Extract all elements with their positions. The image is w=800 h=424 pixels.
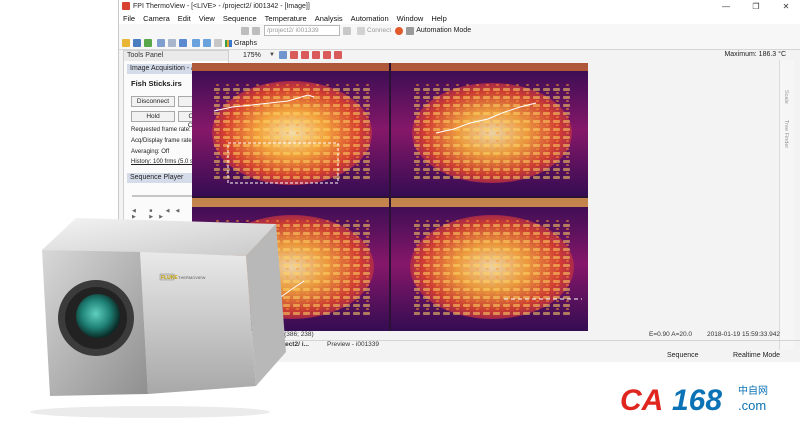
delete-icon[interactable] [214, 39, 222, 47]
title-bar: FPI ThermoView - [<LIVE> - /project2/ i0… [119, 0, 800, 12]
ellipse-tool-icon[interactable] [311, 51, 320, 59]
menu-automation[interactable]: Automation [347, 14, 393, 23]
timestamp: 2018-01-19 15:59:33.942 [707, 331, 781, 338]
graphs-icon [225, 39, 232, 47]
logo-ca: CA [620, 384, 663, 417]
menu-bar: File Camera Edit View Sequence Temperatu… [119, 12, 800, 24]
automation-mode-button[interactable]: Automation Mode [416, 27, 471, 34]
mode-status: Realtime Mode [733, 352, 781, 359]
averaging: Averaging: Off [131, 149, 170, 155]
sequence-combo[interactable]: /project2/ i001339 [264, 25, 340, 36]
zoom-select[interactable]: 175% [243, 52, 269, 59]
menu-analysis[interactable]: Analysis [311, 14, 347, 23]
maximize-button[interactable]: ❐ [741, 0, 771, 12]
status-row: °C - (386; 238) E=0.90 A=20.0 2018-01-19… [271, 331, 800, 340]
document-tabs: /project2/ i... Preview - i001339 [271, 340, 800, 350]
main-toolbar: /project2/ i001339 Connect Automation Mo… [119, 24, 800, 37]
tools-panel-title: Tools Panel [124, 51, 228, 61]
menu-sequence[interactable]: Sequence [219, 14, 261, 23]
sequence-status: Sequence [667, 352, 699, 359]
menu-view[interactable]: View [195, 14, 219, 23]
graphs-button[interactable]: Graphs [225, 39, 257, 47]
dropdown-arrow-icon[interactable] [343, 26, 351, 35]
menu-window[interactable]: Window [393, 14, 428, 23]
connect-button[interactable]: Connect [367, 27, 391, 34]
forward-icon[interactable] [252, 26, 260, 35]
tab-preview[interactable]: Preview - i001339 [327, 341, 379, 348]
logo-number: 168 [672, 384, 722, 417]
menu-edit[interactable]: Edit [174, 14, 195, 23]
minimize-button[interactable]: — [711, 0, 741, 12]
zoom-dropdown-icon[interactable]: ▼ [269, 52, 275, 58]
window-title: FPI ThermoView - [<LIVE> - /project2/ i0… [133, 2, 310, 10]
camera-model: THERMOVIEW [178, 275, 206, 280]
logo-dotcom: .com [738, 398, 766, 413]
hold-button[interactable]: Hold [131, 111, 175, 122]
open-icon[interactable] [122, 39, 130, 47]
app-icon [122, 2, 130, 10]
copy-icon[interactable] [157, 39, 165, 47]
side-tab-strip: Scale Tree Finder [779, 60, 794, 350]
export-icon[interactable] [144, 39, 152, 47]
record-icon[interactable] [395, 26, 404, 35]
disconnect-button[interactable]: Disconnect [131, 96, 175, 107]
redo-icon[interactable] [203, 39, 211, 47]
menu-file[interactable]: File [119, 14, 139, 23]
close-button[interactable]: ✕ [771, 0, 800, 12]
sequence-player-title: Sequence Player [130, 174, 184, 181]
undo-icon[interactable] [192, 39, 200, 47]
scale-tab[interactable]: Scale [783, 90, 789, 104]
back-icon[interactable] [241, 26, 249, 35]
save-icon[interactable] [133, 39, 141, 47]
rect-tool-icon[interactable] [300, 51, 309, 59]
tree-finder-tab[interactable]: Tree Finder [783, 120, 789, 148]
menu-help[interactable]: Help [427, 14, 450, 23]
paste-icon[interactable] [168, 39, 176, 47]
automation-icon[interactable] [406, 26, 415, 35]
line-tool-icon[interactable] [289, 51, 298, 59]
graphs-label: Graphs [234, 39, 257, 47]
menu-temperature[interactable]: Temperature [261, 14, 311, 23]
thermal-camera-photo: FLUKE THERMOVIEW [30, 218, 286, 418]
camera-brand: FLUKE [161, 275, 178, 281]
emissivity-readout: E=0.90 A=20.0 [649, 331, 693, 338]
ca168-logo: CA 168 中自网 .com [620, 380, 790, 420]
maximum-temperature: Maximum: 186.3 °C [724, 51, 786, 58]
menu-camera[interactable]: Camera [139, 14, 174, 23]
print-icon[interactable] [179, 39, 187, 47]
pointer-tool-icon[interactable] [278, 51, 287, 59]
polygon-tool-icon[interactable] [322, 51, 331, 59]
connect-icon[interactable] [357, 26, 365, 35]
bottom-status: Sequence Realtime Mode [239, 350, 800, 359]
logo-chinese: 中自网 [738, 384, 768, 397]
history-link[interactable]: History: 100 frms (5.0 s) [131, 159, 195, 165]
spot-tool-icon[interactable] [333, 51, 342, 59]
image-toolbar: 175% ▼ Maximum: 186.3 °C [239, 49, 800, 61]
